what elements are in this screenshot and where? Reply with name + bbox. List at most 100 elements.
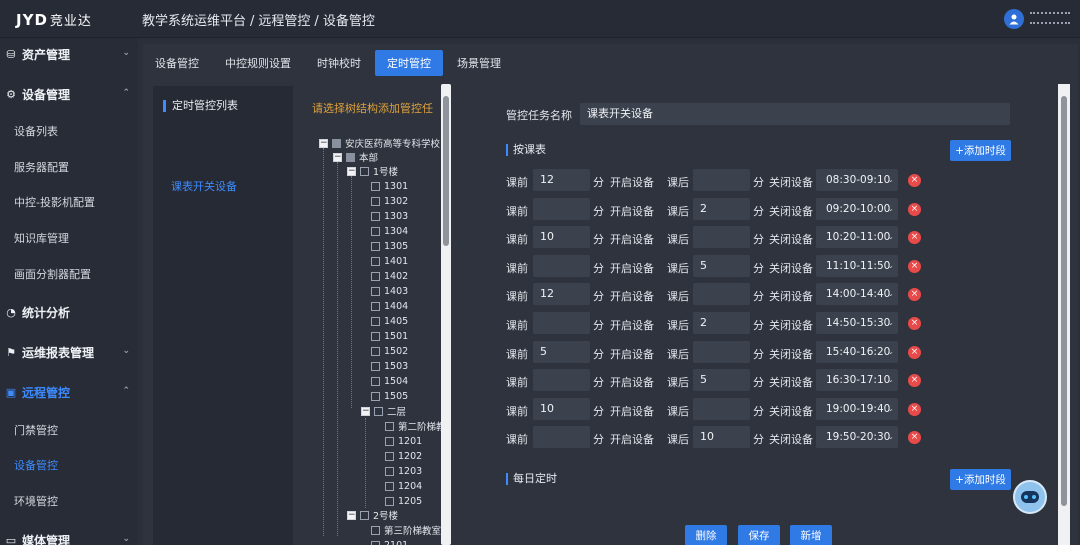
tree-checkbox[interactable] xyxy=(371,301,380,311)
user-avatar-icon[interactable] xyxy=(1004,9,1024,29)
tree-node-room[interactable]: 1201 xyxy=(385,434,422,448)
user-name-redacted[interactable] xyxy=(1030,12,1070,24)
tree-node-room[interactable]: 1505 xyxy=(371,389,408,403)
collapse-icon[interactable]: − xyxy=(347,510,356,520)
tree-checkbox[interactable] xyxy=(371,271,380,281)
tree-checkbox[interactable] xyxy=(385,496,394,506)
after-minutes-input[interactable]: 10 xyxy=(693,426,750,449)
tree-checkbox[interactable] xyxy=(371,316,380,326)
before-minutes-input[interactable]: 12 xyxy=(533,283,590,306)
tree-checkbox[interactable] xyxy=(371,346,380,356)
tree-node-room[interactable]: 1401 xyxy=(371,254,408,268)
tree-scroll-thumb[interactable] xyxy=(443,96,449,246)
tree-node-room[interactable]: 1205 xyxy=(385,494,422,508)
tree-node-room[interactable]: 1305 xyxy=(371,239,408,253)
tree-checkbox[interactable] xyxy=(346,152,355,162)
form-scrollbar[interactable] xyxy=(1058,84,1070,545)
after-minutes-input[interactable]: 2 xyxy=(693,312,750,334)
period-select[interactable]: 09:20-10:00 ⌄ xyxy=(816,197,898,220)
add-period-button-schedule[interactable]: +添加时段 xyxy=(950,140,1011,161)
period-select[interactable]: 11:10-11:50 ⌄ xyxy=(816,254,898,277)
tree-checkbox[interactable] xyxy=(371,331,380,341)
new-button[interactable]: 新增 xyxy=(790,525,832,545)
period-select[interactable]: 08:30-09:10 ⌄ xyxy=(816,169,898,191)
collapse-icon[interactable]: − xyxy=(347,166,356,176)
tree-node-room[interactable]: 1301 xyxy=(371,179,408,193)
before-minutes-input[interactable]: 10 xyxy=(533,226,590,249)
sidebar-item-sub_remote-0[interactable]: 门禁管控 xyxy=(0,414,138,446)
save-button[interactable]: 保存 xyxy=(738,525,780,545)
tree-node-room[interactable]: 第三阶梯教室 xyxy=(371,523,441,537)
tree-checkbox[interactable] xyxy=(385,481,394,491)
tree-checkbox[interactable] xyxy=(385,436,394,446)
after-minutes-input[interactable]: 5 xyxy=(693,254,750,277)
form-scroll-thumb[interactable] xyxy=(1061,96,1067,506)
tree-checkbox[interactable] xyxy=(371,376,380,386)
tree-node-room[interactable]: 1503 xyxy=(371,359,408,373)
period-select[interactable]: 19:50-20:30 ⌄ xyxy=(816,426,898,449)
breadcrumb-remote[interactable]: 远程管控 xyxy=(258,14,310,29)
collapse-icon[interactable]: − xyxy=(319,138,328,148)
tree-checkbox[interactable] xyxy=(371,361,380,371)
before-minutes-input[interactable]: 5 xyxy=(533,340,590,363)
remove-row-icon[interactable]: × xyxy=(908,288,921,302)
tree-checkbox[interactable] xyxy=(371,196,380,206)
remove-row-icon[interactable]: × xyxy=(908,174,921,187)
tree-node-building[interactable]: − 1号楼 xyxy=(347,164,398,178)
tree-checkbox[interactable] xyxy=(371,241,380,251)
after-minutes-input[interactable]: 5 xyxy=(693,369,750,392)
before-minutes-input[interactable] xyxy=(533,369,590,392)
tree-node-room[interactable]: 1203 xyxy=(385,464,422,478)
before-minutes-input[interactable] xyxy=(533,426,590,449)
tree-node-room[interactable]: 1304 xyxy=(371,224,408,238)
tree-node-floor[interactable]: − 二层 xyxy=(361,404,406,418)
sidebar-group-3[interactable]: ⚑ 运维报表管理 ⌄ xyxy=(0,336,138,368)
tree-checkbox[interactable] xyxy=(371,181,380,191)
tab-3[interactable]: 定时管控 xyxy=(375,50,443,76)
before-minutes-input[interactable] xyxy=(533,312,590,334)
sidebar-item-sub_device-4[interactable]: 画面分割器配置 xyxy=(0,258,138,290)
tree-node-room[interactable]: 1302 xyxy=(371,194,408,208)
sidebar-item-sub_device-3[interactable]: 知识库管理 xyxy=(0,222,138,254)
tab-4[interactable]: 场景管理 xyxy=(445,50,513,76)
sidebar-item-sub_device-1[interactable]: 服务器配置 xyxy=(0,151,138,183)
tree-node-room[interactable]: 1204 xyxy=(385,479,422,493)
tree-checkbox[interactable] xyxy=(360,166,369,176)
tree-checkbox[interactable] xyxy=(360,510,369,520)
remove-row-icon[interactable]: × xyxy=(908,431,921,445)
tree-node-room[interactable]: 第二阶梯教 xyxy=(385,419,446,433)
remove-row-icon[interactable]: × xyxy=(908,402,921,416)
period-select[interactable]: 14:50-15:30 ⌄ xyxy=(816,312,898,334)
remove-row-icon[interactable]: × xyxy=(908,345,921,359)
sidebar-group-2[interactable]: ◔ 统计分析 xyxy=(0,296,138,328)
sidebar-item-sub_remote-2[interactable]: 环境管控 xyxy=(0,485,138,517)
after-minutes-input[interactable] xyxy=(693,169,750,191)
period-select[interactable]: 19:00-19:40 ⌄ xyxy=(816,397,898,420)
tree-checkbox[interactable] xyxy=(371,256,380,266)
delete-button[interactable]: 删除 xyxy=(685,525,727,545)
sidebar-item-sub_remote-1[interactable]: 设备管控 xyxy=(0,449,138,481)
breadcrumb-root[interactable]: 教学系统运维平台 xyxy=(142,14,246,29)
add-period-button-daily[interactable]: +添加时段 xyxy=(950,469,1011,490)
tree-node-room[interactable]: 1202 xyxy=(385,449,422,463)
remove-row-icon[interactable]: × xyxy=(908,259,921,273)
before-minutes-input[interactable]: 12 xyxy=(533,169,590,191)
tab-2[interactable]: 时钟校时 xyxy=(305,50,373,76)
tree-checkbox[interactable] xyxy=(371,286,380,296)
sidebar-item-sub_device-0[interactable]: 设备列表 xyxy=(0,115,138,147)
timer-list-item[interactable]: 课表开关设备 xyxy=(171,178,237,194)
collapse-icon[interactable]: − xyxy=(361,406,370,416)
tree-node-room[interactable]: 1501 xyxy=(371,329,408,343)
before-minutes-input[interactable] xyxy=(533,197,590,220)
remove-row-icon[interactable]: × xyxy=(908,374,921,388)
task-name-input[interactable]: 课表开关设备 xyxy=(580,103,1010,125)
sidebar-group-5[interactable]: ▭ 媒体管理 ⌄ xyxy=(0,524,138,545)
tree-checkbox[interactable] xyxy=(371,211,380,221)
sidebar-item-sub_device-2[interactable]: 中控-投影机配置 xyxy=(0,186,138,218)
tree-checkbox[interactable] xyxy=(385,421,394,431)
tree-node-room[interactable]: 1403 xyxy=(371,284,408,298)
tree-node-room[interactable]: 1402 xyxy=(371,269,408,283)
tab-1[interactable]: 中控规则设置 xyxy=(213,50,303,76)
tree-node-room[interactable]: 1404 xyxy=(371,299,408,313)
remove-row-icon[interactable]: × xyxy=(908,317,921,330)
